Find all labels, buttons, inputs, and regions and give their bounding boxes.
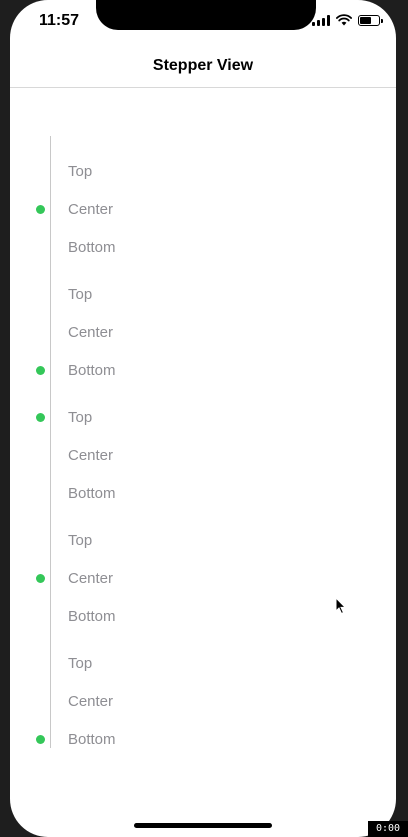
phone-screen: 11:57 Stepper View Top Center Bottom Top Cen…: [10, 0, 396, 837]
active-step-dot-icon: [36, 574, 45, 583]
status-time: 11:57: [39, 12, 80, 29]
active-step-dot-icon: [36, 735, 45, 744]
step-row: Top: [10, 406, 396, 430]
step-row: Bottom: [10, 236, 396, 260]
status-icons: [312, 14, 383, 26]
cellular-icon: [312, 14, 330, 26]
recording-timer-badge: 0:00: [368, 821, 408, 837]
step-label: Top: [68, 655, 93, 672]
step-label: Bottom: [68, 362, 116, 379]
step-row: Center: [10, 567, 396, 591]
navigation-bar: Stepper View: [10, 44, 396, 88]
step-label: Center: [68, 570, 114, 587]
notch: [96, 0, 316, 30]
step-label: Center: [68, 693, 114, 710]
step-row: Bottom: [10, 728, 396, 752]
step-label: Top: [68, 532, 93, 549]
step-label: Bottom: [68, 485, 116, 502]
step-row: Top: [10, 160, 396, 184]
step-label: Bottom: [68, 239, 116, 256]
step-label: Top: [68, 286, 93, 303]
device-frame: 11:57 Stepper View Top Center Bottom Top Cen…: [0, 0, 408, 837]
mouse-cursor-icon: [335, 597, 347, 615]
step-row: Center: [10, 321, 396, 345]
step-row: Center: [10, 444, 396, 468]
step-label: Center: [68, 201, 114, 218]
step-row: Center: [10, 690, 396, 714]
step-row: Top: [10, 652, 396, 676]
step-row: Bottom: [10, 482, 396, 506]
step-row: Center: [10, 198, 396, 222]
step-row: Bottom: [10, 359, 396, 383]
active-step-dot-icon: [36, 366, 45, 375]
step-label: Center: [68, 324, 114, 341]
active-step-dot-icon: [36, 413, 45, 422]
step-label: Top: [68, 409, 93, 426]
battery-icon: [358, 14, 383, 26]
step-label: Center: [68, 447, 114, 464]
step-row: Top: [10, 283, 396, 307]
battery-level: [360, 16, 371, 24]
step-label: Bottom: [68, 731, 116, 748]
step-label: Bottom: [68, 608, 116, 625]
page-title: Stepper View: [152, 57, 254, 74]
home-indicator[interactable]: [134, 823, 272, 828]
step-label: Top: [68, 163, 93, 180]
step-row: Top: [10, 529, 396, 553]
wifi-icon: [336, 14, 352, 26]
active-step-dot-icon: [36, 205, 45, 214]
